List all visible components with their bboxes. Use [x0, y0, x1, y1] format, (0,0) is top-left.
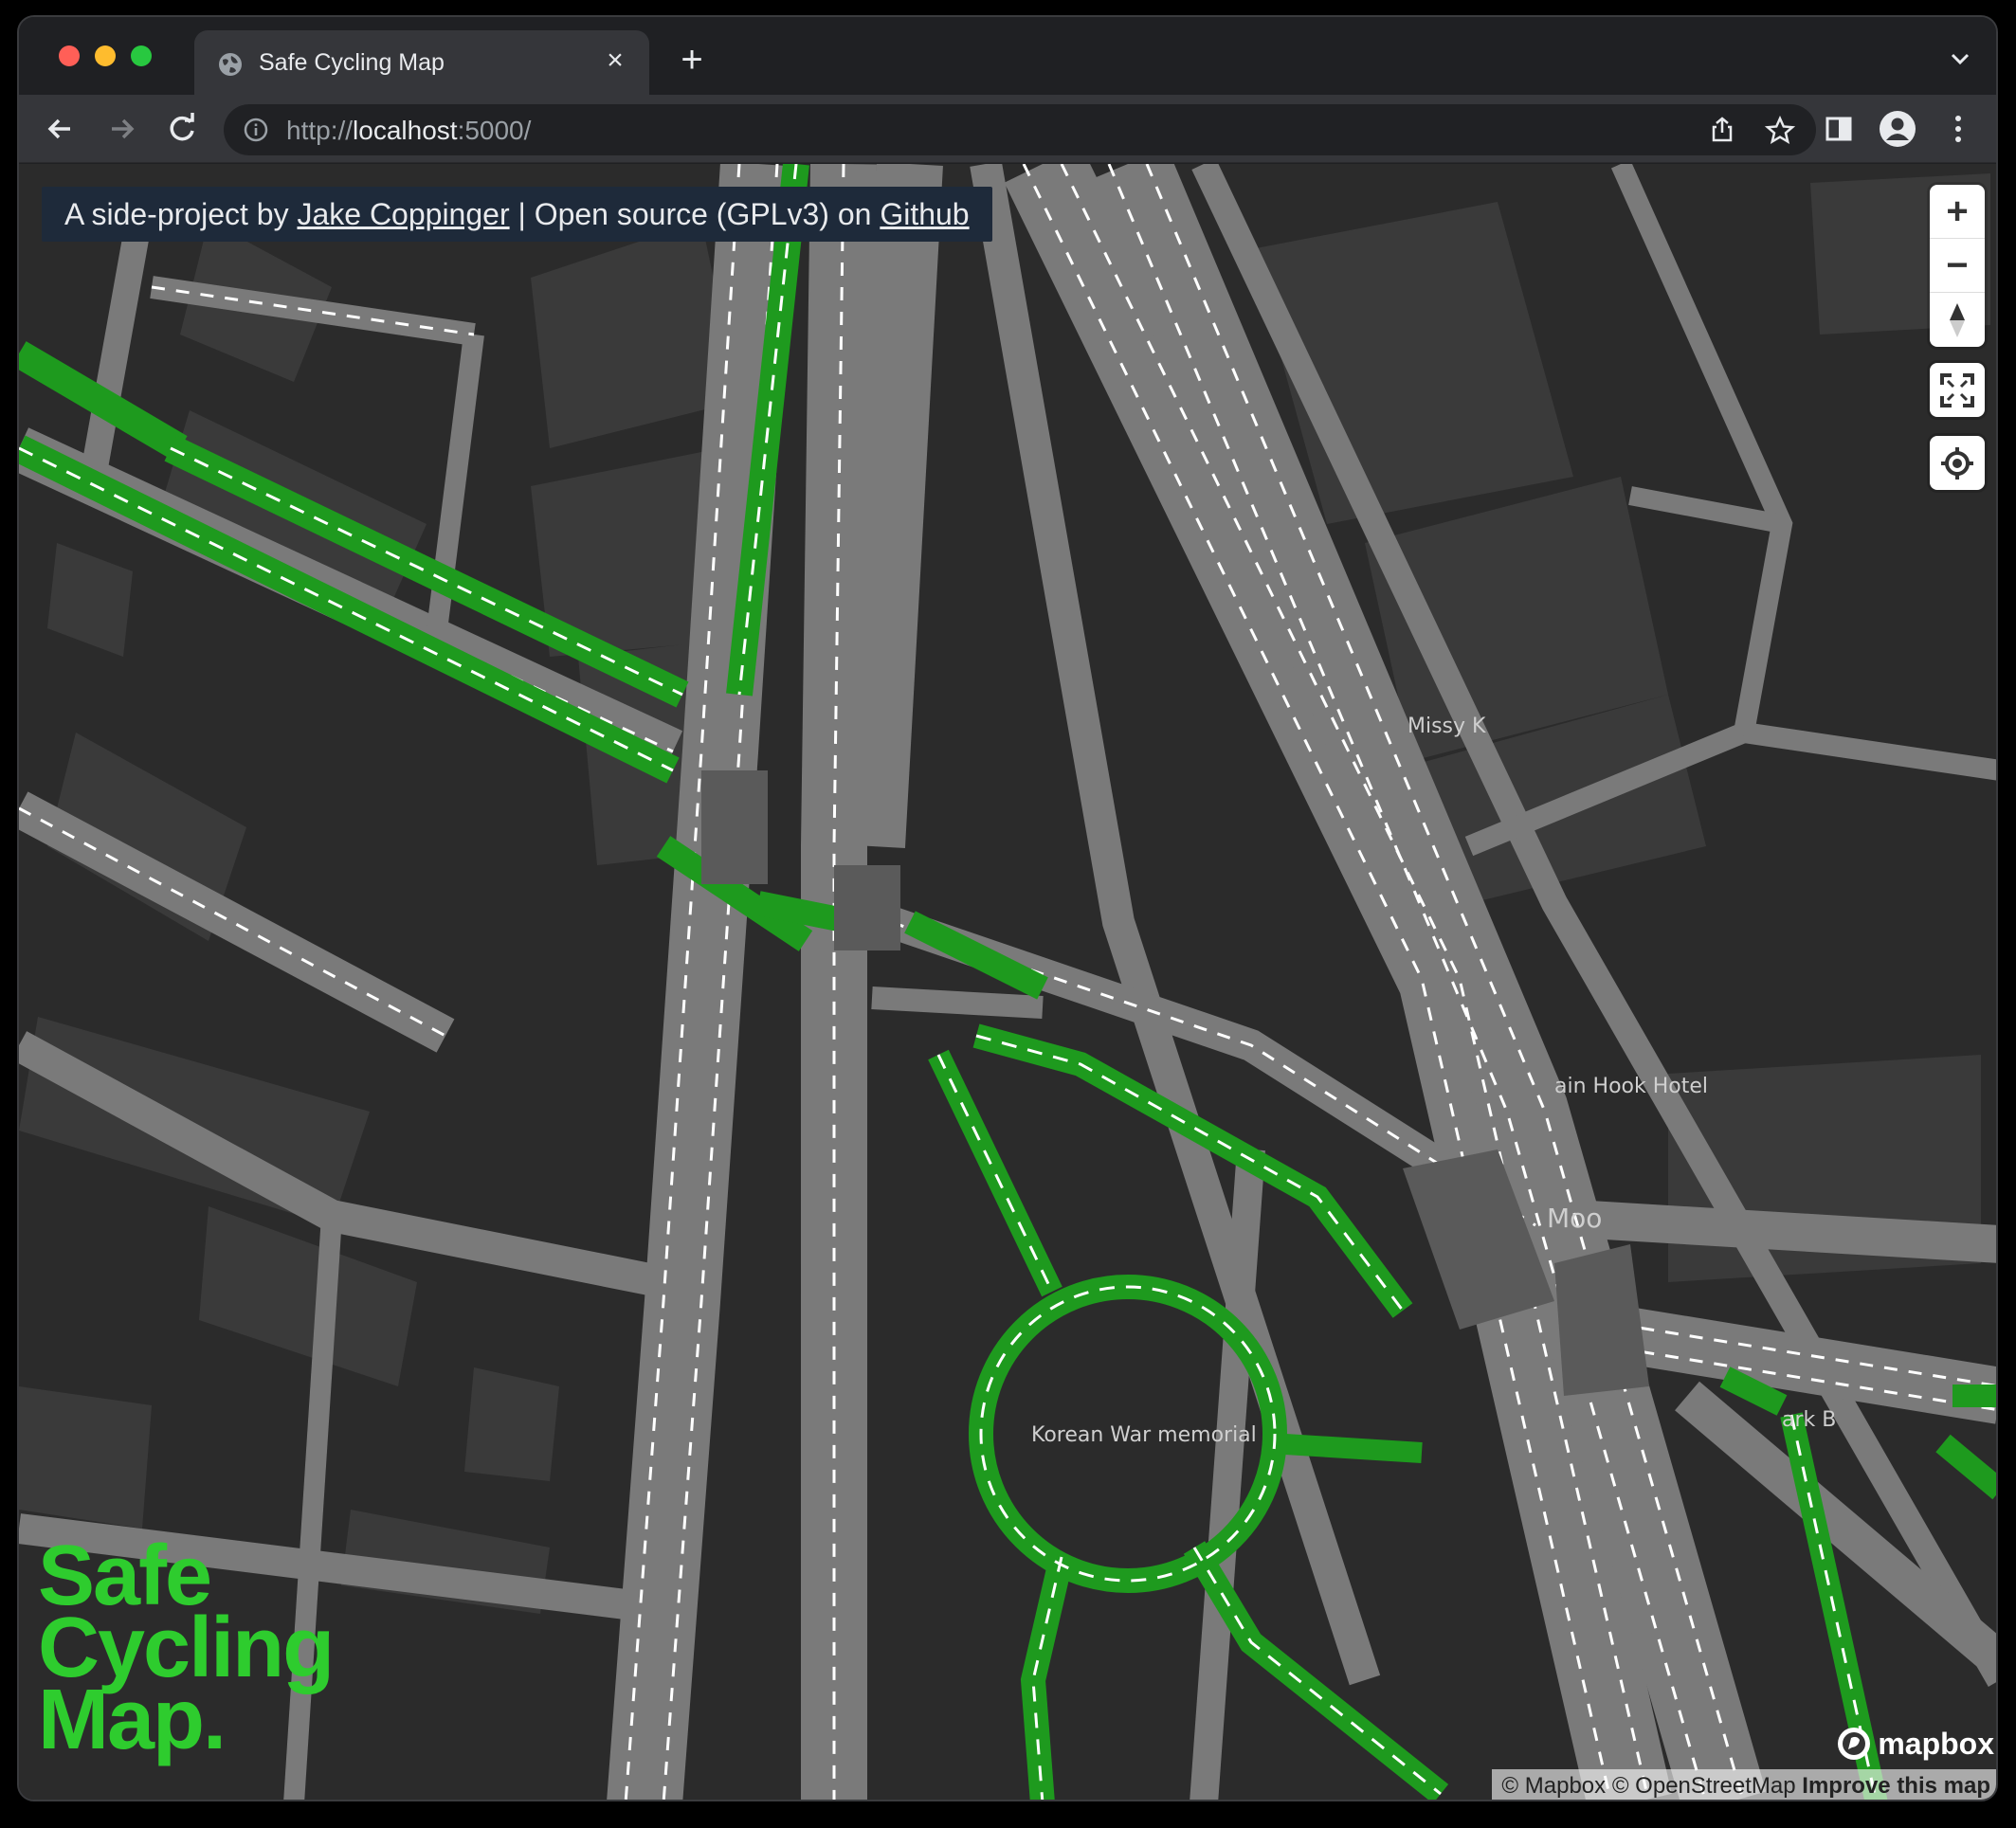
map-label-missy-k: Missy K — [1408, 715, 1486, 738]
tab-title: Safe Cycling Map — [259, 49, 445, 76]
map-label-korean-war-memorial: Korean War memorial — [1031, 1423, 1257, 1447]
mapbox-mark-icon — [1838, 1728, 1871, 1760]
attribution-mapbox[interactable]: © Mapbox — [1501, 1773, 1606, 1799]
fullscreen-icon — [1940, 372, 1974, 407]
map-label-moo: Moo — [1547, 1203, 1602, 1234]
mapbox-logo[interactable]: mapbox — [1836, 1726, 1994, 1762]
share-icon[interactable] — [1708, 116, 1736, 144]
zoom-out-button[interactable]: − — [1930, 239, 1985, 293]
more-menu-icon[interactable] — [1949, 114, 1968, 144]
maximize-window-button[interactable] — [131, 45, 152, 66]
zoom-controls: + − — [1930, 185, 1985, 347]
close-tab-icon[interactable]: × — [598, 44, 632, 78]
close-window-button[interactable] — [59, 45, 80, 66]
banner-middle: | Open source (GPLv3) on — [509, 197, 881, 231]
tab-safe-cycling-map[interactable]: Safe Cycling Map × — [194, 30, 649, 95]
project-banner: A side-project by Jake Coppinger | Open … — [42, 187, 992, 242]
map-attribution: © Mapbox © OpenStreetMap Improve this ma… — [1492, 1769, 1996, 1800]
side-panel-icon[interactable] — [1824, 114, 1854, 144]
address-bar[interactable]: http://localhost:5000/ — [224, 104, 1816, 155]
compass-button[interactable] — [1930, 293, 1985, 347]
map-viewport[interactable]: Missy K ain Hook Hotel Korean War memori… — [19, 164, 1996, 1800]
minimize-window-button[interactable] — [95, 45, 116, 66]
bookmark-star-icon[interactable] — [1765, 116, 1795, 146]
map-label-park: ark B — [1782, 1408, 1836, 1432]
reload-icon[interactable] — [161, 108, 203, 150]
attribution-osm[interactable]: © OpenStreetMap — [1612, 1773, 1796, 1799]
chevron-down-icon[interactable] — [1945, 44, 1975, 74]
fullscreen-button[interactable] — [1930, 363, 1985, 417]
mapbox-brand: mapbox — [1878, 1726, 1994, 1761]
github-link[interactable]: Github — [880, 197, 969, 231]
map-label-hotel: ain Hook Hotel — [1554, 1075, 1708, 1098]
tab-bar: Safe Cycling Map × + — [19, 17, 1996, 95]
author-link[interactable]: Jake Coppinger — [297, 197, 509, 231]
fullscreen-control — [1930, 363, 1985, 417]
new-tab-button[interactable]: + — [673, 41, 711, 80]
crosshair-icon — [1941, 446, 1973, 480]
banner-prefix: A side-project by — [64, 197, 298, 231]
profile-avatar-icon[interactable] — [1879, 110, 1916, 148]
url-text: http://localhost:5000/ — [286, 116, 532, 145]
browser-window: Safe Cycling Map × + http://localhost:50… — [17, 15, 1998, 1801]
browser-toolbar: http://localhost:5000/ — [19, 95, 1996, 163]
safe-cycling-map-logo: Safe Cycling Map. — [38, 1533, 335, 1763]
forward-icon[interactable] — [100, 108, 142, 150]
zoom-in-button[interactable]: + — [1930, 185, 1985, 239]
geolocate-button[interactable] — [1930, 436, 1985, 490]
back-icon[interactable] — [40, 108, 82, 150]
geolocate-control — [1930, 436, 1985, 490]
compass-icon — [1950, 302, 1965, 337]
improve-map-link[interactable]: Improve this map — [1802, 1773, 1990, 1799]
globe-icon — [219, 53, 242, 76]
info-icon[interactable] — [243, 117, 269, 143]
